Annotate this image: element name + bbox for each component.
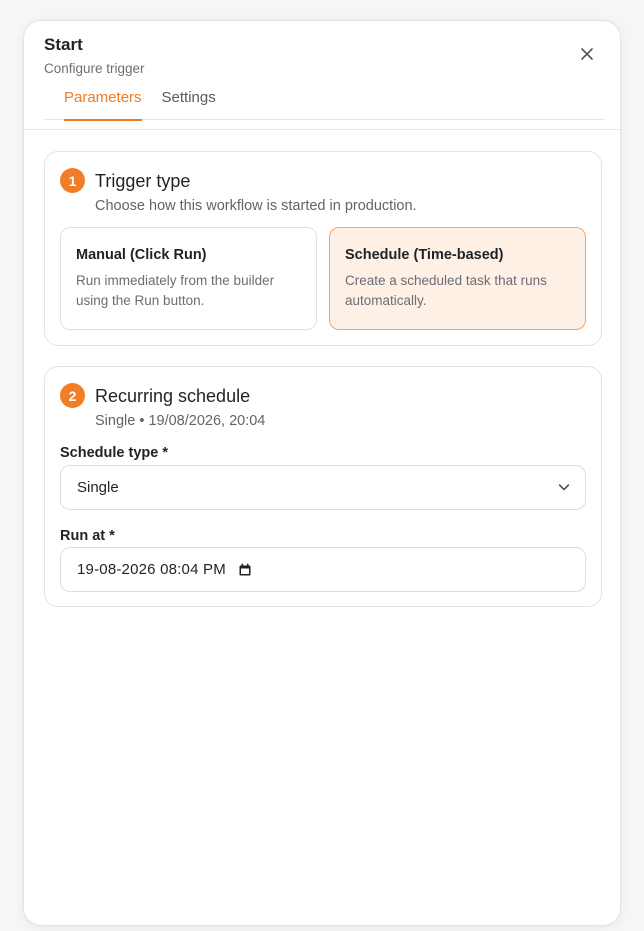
- option-schedule[interactable]: Schedule (Time-based) Create a scheduled…: [329, 227, 586, 330]
- schedule-type-label: Schedule type *: [60, 445, 168, 461]
- option-manual[interactable]: Manual (Click Run) Run immediately from …: [60, 227, 317, 330]
- run-at-input[interactable]: 19-08-2026 08:04 PM: [60, 547, 586, 592]
- option-schedule-desc: Create a scheduled task that runs automa…: [345, 273, 547, 308]
- schedule-type-select[interactable]: Single: [60, 465, 586, 510]
- trigger-type-card: 1 Trigger type Choose how this workflow …: [44, 151, 602, 346]
- tab-settings[interactable]: Settings: [162, 81, 216, 120]
- panel-title: Start: [44, 35, 83, 54]
- trigger-config-panel: Start Configure trigger Parameters Setti…: [23, 20, 621, 926]
- close-button[interactable]: [574, 41, 600, 67]
- close-icon: [581, 48, 593, 60]
- tab-bar: Parameters Settings: [44, 81, 605, 121]
- recurring-schedule-subtitle: Single • 19/08/2026, 20:04: [95, 413, 266, 429]
- recurring-schedule-title: Recurring schedule: [95, 386, 251, 406]
- recurring-schedule-card: 2 Recurring schedule Single • 19/08/2026…: [44, 366, 602, 607]
- option-manual-title: Manual (Click Run): [76, 247, 207, 263]
- trigger-type-title: Trigger type: [95, 171, 191, 191]
- tab-parameters[interactable]: Parameters: [64, 81, 142, 121]
- chevron-down-icon: [558, 484, 570, 491]
- option-schedule-title: Schedule (Time-based): [345, 247, 504, 263]
- step-badge-2: 2: [60, 383, 85, 408]
- run-at-value: 19-08-2026 08:04 PM: [77, 561, 226, 578]
- header-divider: [24, 129, 620, 130]
- panel-subtitle: Configure trigger: [44, 61, 145, 76]
- option-manual-desc: Run immediately from the builder using t…: [76, 273, 275, 308]
- trigger-type-subtitle: Choose how this workflow is started in p…: [95, 198, 417, 214]
- calendar-icon[interactable]: [238, 563, 252, 577]
- step-badge-1: 1: [60, 168, 85, 193]
- panel-header: Start Configure trigger: [44, 35, 600, 76]
- schedule-type-value: Single: [77, 479, 119, 496]
- run-at-label: Run at *: [60, 528, 115, 544]
